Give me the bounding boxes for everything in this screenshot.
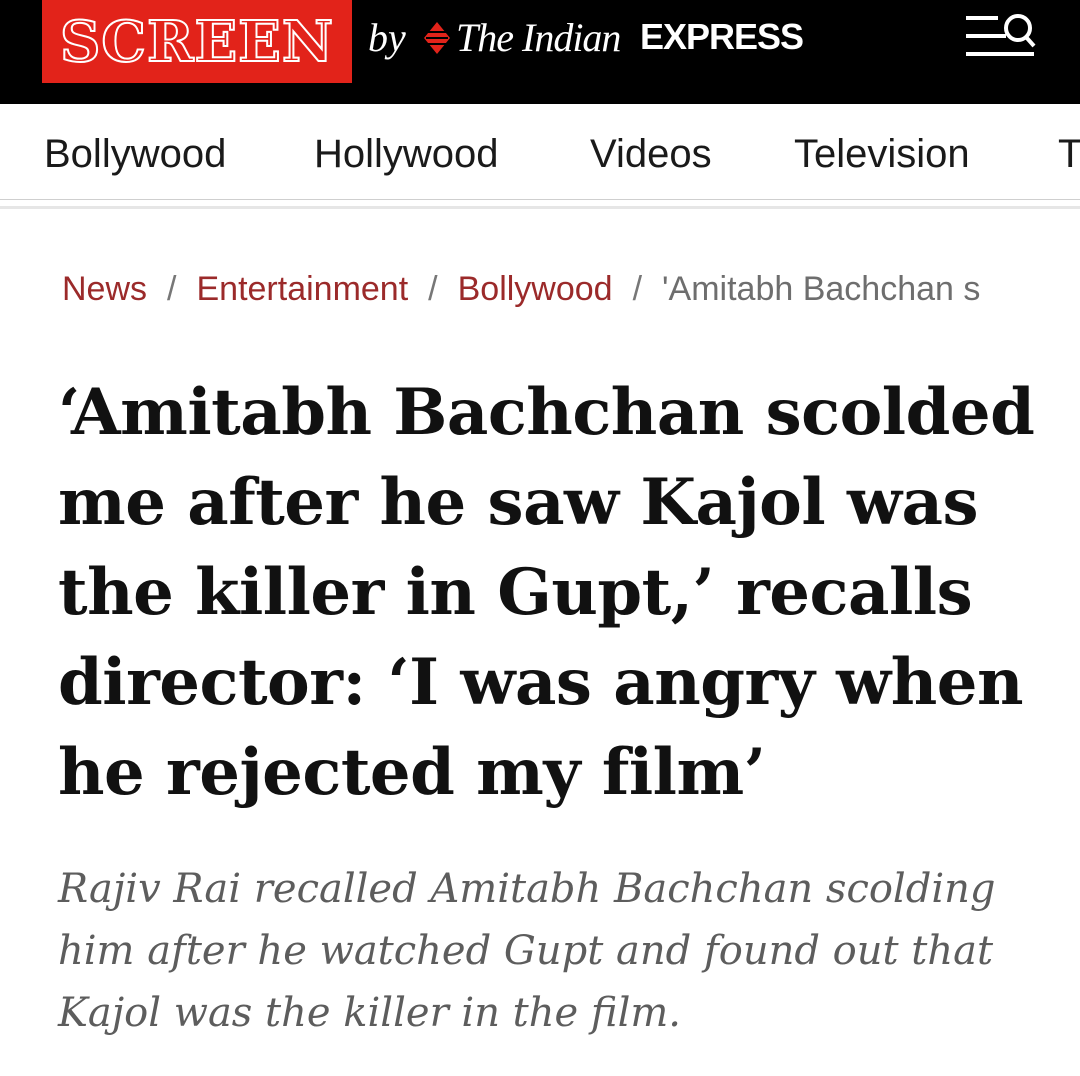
nav-item-television[interactable]: Television	[794, 132, 970, 177]
breadcrumb-bollywood[interactable]: Bollywood	[458, 270, 613, 308]
article-summary: Rajiv Rai recalled Amitabh Bachchan scol…	[58, 866, 996, 1036]
indian-express-diamond-icon	[424, 22, 450, 54]
logo-text: SCREEN	[59, 8, 335, 76]
nav-item-bollywood[interactable]: Bollywood	[44, 132, 226, 177]
breadcrumb-separator: /	[167, 270, 177, 308]
breadcrumb-news[interactable]: News	[62, 270, 147, 308]
nav-divider	[0, 206, 1080, 209]
breadcrumb-separator: /	[428, 270, 438, 308]
breadcrumb: News / Entertainment / Bollywood / 'Amitabh Ba…	[62, 270, 1052, 320]
breadcrumb-entertainment[interactable]: Entertainment	[196, 270, 408, 308]
menu-search-icon[interactable]	[962, 10, 1038, 60]
publisher-name: The Indian	[456, 15, 621, 60]
nav-item-videos[interactable]: Videos	[590, 132, 712, 177]
nav-item-truncated[interactable]: T	[1058, 132, 1080, 177]
article-headline: ‘Amitabh Bachchan scolded me after he sa…	[58, 375, 1035, 810]
breadcrumb-current: 'Amitabh Bachchan s	[662, 270, 981, 308]
publisher-express: EXPRESS	[640, 16, 804, 57]
section-nav: Bollywood Hollywood Videos Television T	[0, 104, 1080, 200]
site-header: SCREEN by The Indian EXPRESS	[0, 0, 1080, 104]
screen-logo[interactable]: SCREEN	[42, 0, 352, 83]
nav-item-hollywood[interactable]: Hollywood	[314, 132, 499, 177]
by-label: by	[368, 15, 406, 60]
breadcrumb-separator: /	[632, 270, 643, 308]
